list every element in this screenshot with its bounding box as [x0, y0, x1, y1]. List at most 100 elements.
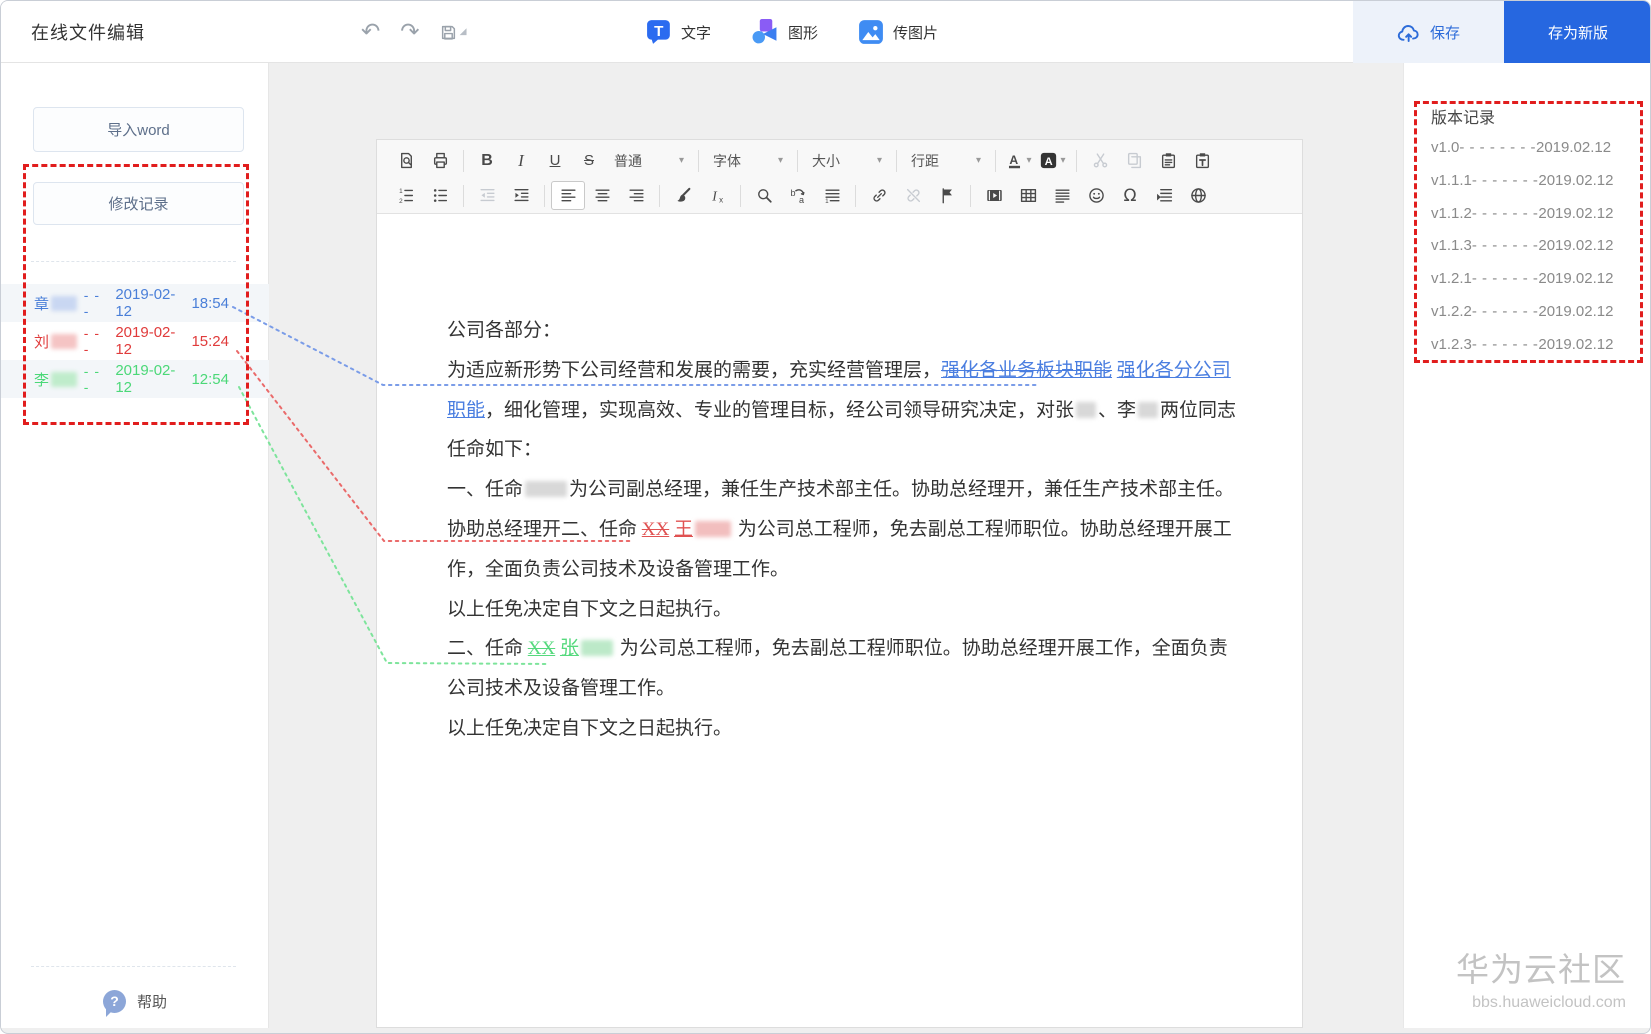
unlink-icon: [896, 181, 930, 210]
align-right-icon[interactable]: [619, 181, 653, 210]
indent-icon[interactable]: [504, 181, 538, 210]
svg-text:I: I: [711, 188, 718, 203]
emoji-icon[interactable]: [1079, 181, 1113, 210]
doc-text: 以上任免决定自下文之日起执行。: [447, 717, 733, 739]
font-family-select[interactable]: 字体 ▾: [705, 146, 791, 175]
format-painter-icon[interactable]: [666, 181, 700, 210]
highlight-color-icon[interactable]: A ▾: [1036, 146, 1070, 175]
insert-text-button[interactable]: T 文字: [646, 19, 711, 45]
text-tool-icon: T: [647, 20, 670, 44]
svg-text:2: 2: [399, 198, 403, 204]
import-word-button[interactable]: 导入word: [33, 107, 244, 152]
record-time: 18:54: [191, 294, 229, 312]
version-list: 版本记录 v1.0- - - - - - - -2019.02.12 v1.1.1…: [1415, 101, 1644, 363]
font-size-select[interactable]: 大小 ▾: [804, 146, 890, 175]
search-icon[interactable]: [747, 181, 781, 210]
version-number: v1.2.3: [1431, 335, 1472, 353]
chevron-down-icon: ▾: [975, 155, 981, 166]
underline-icon[interactable]: U: [538, 146, 572, 175]
history-actions: ↶ ↷ ◢: [361, 1, 466, 63]
doc-text: 两位同志: [1160, 399, 1237, 421]
paste-text-icon[interactable]: [1185, 146, 1219, 175]
line-spacing-select[interactable]: 行距 ▾: [903, 146, 989, 175]
bold-icon[interactable]: B: [470, 146, 504, 175]
svg-text:T: T: [654, 23, 664, 40]
strikethrough-icon-label: S: [583, 152, 594, 169]
ordered-list-icon[interactable]: 12: [389, 181, 423, 210]
chevron-down-icon: ▾: [1026, 155, 1032, 166]
svg-text:a: a: [799, 195, 805, 204]
link-icon[interactable]: [862, 181, 896, 210]
insert-shape-button[interactable]: 图形: [751, 18, 819, 46]
paragraph-mark-icon[interactable]: 1: [815, 181, 849, 210]
save-new-version-button[interactable]: 存为新版: [1504, 1, 1650, 63]
version-item[interactable]: v1.0- - - - - - - -2019.02.12: [1431, 132, 1634, 165]
replace-icon[interactable]: ba: [781, 181, 815, 210]
save-file-icon[interactable]: ◢: [440, 24, 466, 41]
document-body[interactable]: 公司各部分： 为适应新形势下公司经营和发展的需要，充实经营管理层，强化各业务板块职…: [377, 214, 1302, 749]
svg-text:A: A: [1045, 156, 1053, 168]
record-separator: - - -: [83, 287, 101, 319]
paste-icon[interactable]: [1151, 146, 1185, 175]
undo-icon[interactable]: ↶: [361, 19, 380, 45]
version-separator: - - - - - - -: [1471, 335, 1539, 353]
sidebar-divider-bottom: [31, 966, 236, 967]
record-date: 2019-02-12: [115, 324, 176, 358]
save-button[interactable]: 保存: [1353, 1, 1504, 63]
table-icon[interactable]: [1011, 181, 1045, 210]
video-icon[interactable]: [977, 181, 1011, 210]
unordered-list-icon[interactable]: [423, 181, 457, 210]
preview-icon[interactable]: [389, 146, 423, 175]
version-number: v1.1.1: [1431, 171, 1472, 189]
clear-format-icon[interactable]: Ix: [700, 181, 734, 210]
record-date: 2019-02-12: [115, 286, 176, 320]
help-button[interactable]: ? 帮助: [1, 983, 269, 1019]
revision-record[interactable]: 刘 - - - 2019-02-12 15:24: [1, 322, 269, 360]
redacted-text: [694, 520, 731, 537]
online-file-editor: 在线文件编辑 ↶ ↷ ◢ T 文字 图形 传图片 保存 存为新版 导入word …: [0, 0, 1651, 1034]
redo-icon[interactable]: ↷: [400, 19, 419, 45]
deleted-text: XX: [641, 518, 670, 540]
revision-record[interactable]: 章 - - - 2019-02-12 18:54: [1, 284, 269, 322]
version-date: 2019.02.12: [1538, 270, 1614, 288]
version-number: v1.2.2: [1431, 302, 1472, 320]
strikethrough-icon[interactable]: S: [572, 146, 606, 175]
italic-icon[interactable]: I: [504, 146, 538, 175]
version-item[interactable]: v1.1.2- - - - - - -2019.02.12: [1431, 198, 1634, 231]
font-color-icon[interactable]: A ▾: [1002, 146, 1036, 175]
align-center-icon[interactable]: [585, 181, 619, 210]
version-item[interactable]: v1.2.3- - - - - - -2019.02.12: [1431, 329, 1634, 362]
watermark: 华为云社区 bbs.huaweicloud.com: [1456, 943, 1626, 1012]
help-label: 帮助: [136, 993, 167, 1011]
version-separator: - - - - - - -: [1471, 204, 1539, 222]
upload-image-button[interactable]: 传图片: [858, 19, 938, 45]
horizontal-rule-icon[interactable]: [1045, 181, 1079, 210]
page-break-icon[interactable]: [1147, 181, 1181, 210]
insert-shape-label: 图形: [788, 24, 819, 42]
bookmark-icon[interactable]: [930, 181, 964, 210]
revision-log-button[interactable]: 修改记录: [33, 182, 244, 225]
doc-line: 任命如下：: [447, 430, 1262, 470]
record-date: 2019-02-12: [115, 362, 176, 396]
special-char-icon[interactable]: Ω: [1113, 181, 1147, 210]
cut-icon: [1083, 146, 1117, 175]
version-item[interactable]: v1.2.2- - - - - - -2019.02.12: [1431, 296, 1634, 329]
version-item[interactable]: v1.1.1- - - - - - -2019.02.12: [1431, 165, 1634, 198]
version-date: 2019.02.12: [1538, 171, 1614, 189]
doc-text: 为公司总工程师，免去副总工程师职位。协助总经理开展工: [732, 518, 1232, 540]
paragraph-style-select[interactable]: 普通 ▾: [606, 146, 692, 175]
doc-line: 公司技术及设备管理工作。: [447, 669, 1262, 709]
svg-text:x: x: [719, 195, 723, 204]
revision-record[interactable]: 李 - - - 2019-02-12 12:54: [1, 360, 269, 398]
page-title: 在线文件编辑: [31, 23, 145, 43]
record-time: 15:24: [191, 332, 229, 350]
record-author: 章: [34, 295, 50, 313]
record-time: 12:54: [191, 370, 229, 388]
align-left-icon[interactable]: [551, 181, 585, 210]
version-item[interactable]: v1.2.1- - - - - - -2019.02.12: [1431, 263, 1634, 296]
globe-icon[interactable]: [1181, 181, 1215, 210]
print-icon[interactable]: [423, 146, 457, 175]
record-author-redacted: [51, 371, 77, 387]
redacted-text: [1138, 401, 1159, 418]
version-item[interactable]: v1.1.3- - - - - - -2019.02.12: [1431, 230, 1634, 263]
